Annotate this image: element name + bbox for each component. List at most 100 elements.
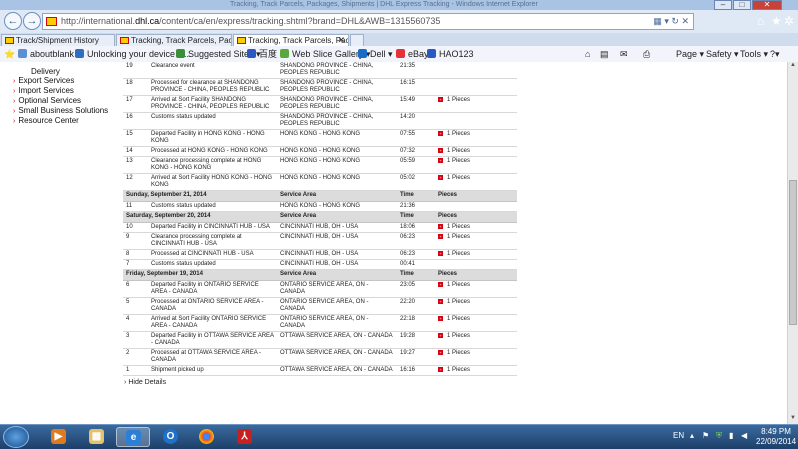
table-row: 4 Arrived at Sort Facility ONTARIO SERVIC…: [123, 314, 517, 332]
pieces-cell: [435, 78, 517, 96]
expand-plus-icon[interactable]: +: [438, 131, 443, 136]
tab-tracking-active[interactable]: Tracking, Track Parcels, Pac... ✕: [233, 34, 349, 46]
minimize-button[interactable]: –: [714, 0, 732, 10]
cmd-print-icon[interactable]: ⎙: [643, 48, 650, 60]
taskbar-chrome[interactable]: [190, 427, 224, 447]
cmd-safety-menu[interactable]: Safety ▾: [706, 48, 739, 60]
taskbar-pdf[interactable]: ⅄: [228, 427, 262, 447]
settings-gear-icon[interactable]: ✲: [784, 14, 794, 28]
cmd-feeds-icon[interactable]: ▤: [600, 48, 609, 60]
pieces-cell: [435, 259, 517, 270]
cmd-tools-menu[interactable]: Tools ▾: [740, 48, 768, 60]
table-row: 3 Departed Facility in OTTAWA SERVICE ARE…: [123, 331, 517, 349]
sidebar-item-import-services[interactable]: › Import Services: [13, 86, 74, 95]
forward-button[interactable]: →: [23, 12, 41, 30]
fav-web-slice-gallery[interactable]: Web Slice Gallery ▾: [280, 48, 370, 60]
language-indicator[interactable]: EN: [673, 431, 684, 440]
cmd-help-icon[interactable]: ?▾: [770, 48, 780, 60]
pieces-value: 1 Pieces: [447, 333, 471, 339]
pieces-value: 1 Pieces: [447, 367, 471, 373]
fav-baidu[interactable]: 百度: [247, 48, 277, 60]
taskbar-media-player[interactable]: ▶: [42, 427, 76, 447]
expand-plus-icon[interactable]: +: [438, 350, 443, 355]
expand-plus-icon[interactable]: +: [438, 97, 443, 102]
sidebar-item-delivery[interactable]: Delivery: [31, 67, 60, 76]
tab-label: Track/Shipment History: [16, 36, 99, 45]
tab-track-shipment-history[interactable]: Track/Shipment History: [1, 34, 115, 46]
tray-flag-icon[interactable]: ⚑: [702, 431, 709, 440]
home-icon[interactable]: ⌂: [757, 14, 764, 28]
scrollbar-thumb[interactable]: [789, 180, 797, 325]
checkpoint-time: 05:59: [397, 156, 435, 174]
tab-bar: Track/Shipment History Tracking, Track P…: [0, 33, 798, 46]
cmd-home-icon[interactable]: ⌂: [585, 48, 590, 60]
expand-plus-icon[interactable]: +: [438, 148, 443, 153]
tray-volume-icon[interactable]: ◀: [741, 431, 747, 440]
sidebar-item-optional-services[interactable]: › Optional Services: [13, 96, 81, 105]
sidebar-item-resource-center[interactable]: › Resource Center: [13, 116, 79, 125]
tray-network-icon[interactable]: ▮: [729, 431, 733, 440]
pieces-value: 1 Pieces: [447, 299, 471, 305]
taskbar-explorer[interactable]: ▦: [80, 427, 114, 447]
hide-details-link[interactable]: › Hide Details: [124, 379, 166, 386]
system-clock[interactable]: 8:49 PM 22/09/2014: [756, 427, 796, 447]
checkpoint-description: Shipment picked up: [148, 365, 277, 376]
favorites-star-small-icon[interactable]: ⭐: [4, 48, 15, 60]
expand-plus-icon[interactable]: +: [438, 224, 443, 229]
expand-plus-icon[interactable]: +: [438, 367, 443, 372]
pieces-cell: +1 Pieces: [435, 156, 517, 174]
expand-plus-icon[interactable]: +: [438, 282, 443, 287]
expand-plus-icon[interactable]: +: [438, 251, 443, 256]
baidu-icon: [247, 49, 256, 58]
dell-icon: [358, 49, 367, 58]
tab-tracking-1[interactable]: Tracking, Track Parcels, Packa...: [116, 34, 232, 46]
fav-hao123[interactable]: HAO123: [427, 48, 474, 60]
checkpoint-description: Departed Facility in HONG KONG - HONG KO…: [148, 129, 277, 147]
fav-dell[interactable]: Dell ▾: [358, 48, 393, 60]
scroll-down-icon[interactable]: ▼: [789, 415, 797, 424]
taskbar-app-o[interactable]: O: [154, 427, 188, 447]
table-row: 9 Clearance processing complete at CINCIN…: [123, 232, 517, 250]
checkpoint-service-area: SHANDONG PROVINCE - CHINA, PEOPLES REPUB…: [277, 112, 397, 130]
close-tab-icon[interactable]: ✕: [337, 35, 345, 46]
pieces-value: 1 Pieces: [447, 316, 471, 322]
table-row: 1 Shipment picked up OTTAWA SERVICE AREA, …: [123, 365, 517, 376]
cmd-page-menu[interactable]: Page ▾: [676, 48, 704, 60]
vertical-scrollbar[interactable]: ▲ ▼: [787, 62, 798, 424]
tab-favicon-icon: [237, 37, 246, 44]
sidebar-item-export-services[interactable]: › Export Services: [13, 76, 74, 85]
fav-aboutblank[interactable]: aboutblank: [18, 48, 74, 60]
expand-plus-icon[interactable]: +: [438, 234, 443, 239]
favorites-star-icon[interactable]: ★: [771, 14, 782, 28]
clock-time: 8:49 PM: [761, 427, 791, 436]
expand-plus-icon[interactable]: +: [438, 175, 443, 180]
refresh-icon[interactable]: ↻: [671, 16, 679, 26]
checkpoint-number: 5: [123, 297, 148, 315]
pieces-cell: +1 Pieces: [435, 232, 517, 250]
tray-expand-icon[interactable]: ▴: [690, 431, 694, 440]
start-button[interactable]: [3, 426, 29, 448]
scroll-up-icon[interactable]: ▲: [789, 62, 797, 71]
expand-plus-icon[interactable]: +: [438, 333, 443, 338]
tray-shield-icon[interactable]: ⛨: [716, 431, 722, 441]
dropdown-arrow-icon[interactable]: ▾: [664, 16, 669, 26]
stop-icon[interactable]: ✕: [681, 16, 689, 26]
new-tab-button[interactable]: [350, 34, 364, 46]
maximize-button[interactable]: □: [733, 0, 751, 10]
cmd-mail-icon[interactable]: ✉: [620, 48, 628, 60]
expand-plus-icon[interactable]: +: [438, 299, 443, 304]
back-button[interactable]: ←: [4, 12, 22, 30]
pieces-cell: +1 Pieces: [435, 249, 517, 260]
expand-plus-icon[interactable]: +: [438, 316, 443, 321]
sidebar-item-small-business[interactable]: › Small Business Solutions: [13, 106, 108, 115]
close-window-button[interactable]: ✕: [752, 0, 782, 10]
compatibility-icon[interactable]: ▦: [653, 16, 662, 26]
expand-plus-icon[interactable]: +: [438, 158, 443, 163]
fav-unlocking[interactable]: Unlocking your device U...: [75, 48, 192, 60]
fav-ebay[interactable]: eBay: [396, 48, 429, 60]
table-row: 18 Processed for clearance at SHANDONG PR…: [123, 78, 517, 96]
address-bar[interactable]: http://international.dhl.ca/content/ca/e…: [42, 13, 694, 30]
pieces-value: 1 Pieces: [447, 234, 471, 240]
taskbar-internet-explorer[interactable]: e: [116, 427, 150, 447]
checkpoint-description: Clearance event: [148, 62, 277, 79]
